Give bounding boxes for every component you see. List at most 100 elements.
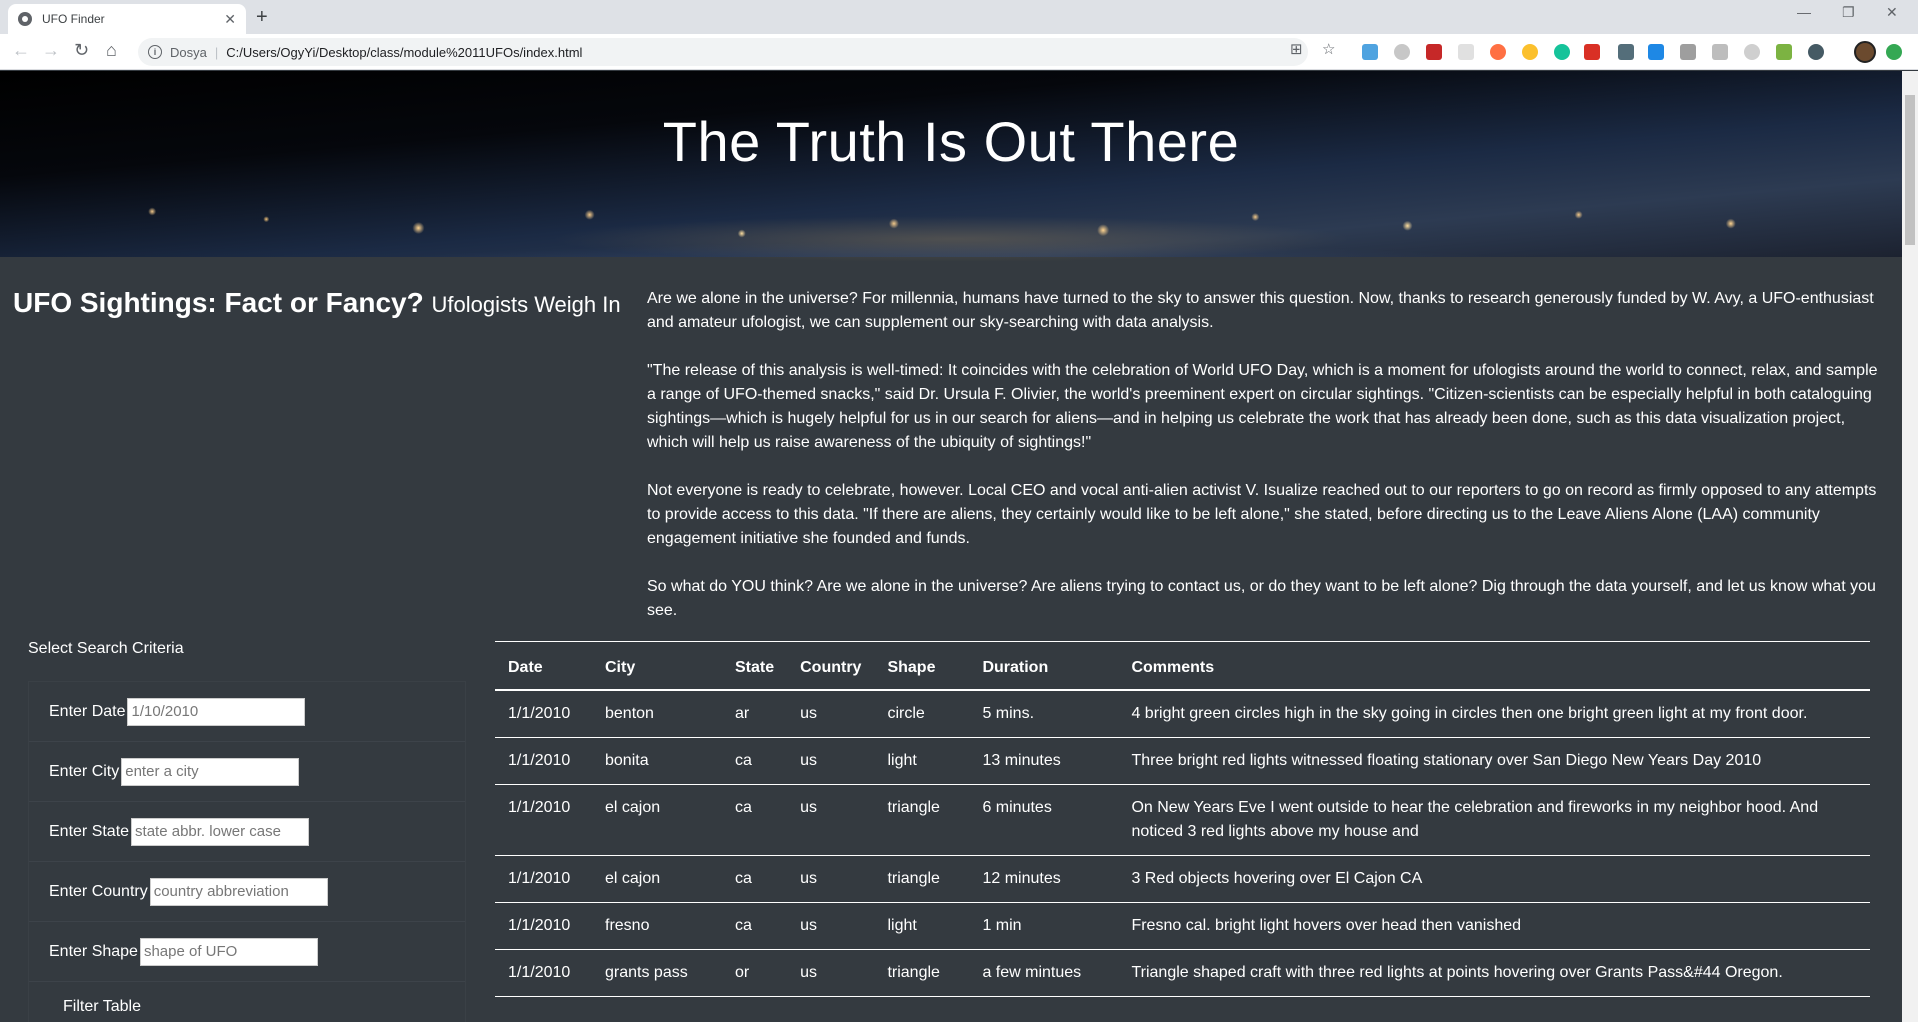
cell-shape: triangle	[874, 855, 970, 903]
cell-duration: 6 minutes	[969, 784, 1119, 856]
extension-fire-icon[interactable]	[1490, 44, 1506, 60]
ufo-table-container: Date City State Country Shape Duration C…	[495, 641, 1870, 997]
browser-tab[interactable]: UFO Finder ✕	[8, 4, 246, 34]
page-heading: UFO Sightings: Fact or Fancy? Ufologists…	[13, 287, 621, 319]
cell-duration: 5 mins.	[969, 689, 1119, 738]
cell-comments: On New Years Eve I went outside to hear …	[1118, 784, 1870, 856]
globe-icon	[18, 12, 32, 26]
address-bar[interactable]: i Dosya | C:/Users/OgyYi/Desktop/class/m…	[138, 38, 1308, 66]
url-text: C:/Users/OgyYi/Desktop/class/module%2011…	[226, 44, 583, 60]
forward-icon[interactable]: →	[42, 40, 60, 61]
cell-date: 1/1/2010	[495, 737, 592, 785]
cell-country: us	[787, 949, 875, 997]
home-icon[interactable]: ⌂	[106, 40, 117, 61]
extension-pdf-icon[interactable]	[1426, 44, 1442, 60]
cell-state: ca	[722, 902, 788, 950]
table-row: 1/1/2010 el cajon ca us triangle 6 minut…	[495, 784, 1870, 856]
extension-gmail-icon[interactable]	[1584, 44, 1600, 60]
extension-iq-icon[interactable]	[1648, 44, 1664, 60]
column-header-date: Date	[495, 641, 592, 691]
column-header-state: State	[722, 641, 788, 691]
city-input[interactable]	[121, 757, 300, 786]
cell-country: us	[787, 737, 875, 785]
cell-city: el cajon	[592, 784, 722, 856]
shape-input[interactable]	[139, 937, 318, 966]
restore-icon[interactable]: ❐	[1842, 4, 1855, 21]
cell-duration: 12 minutes	[969, 855, 1119, 903]
extension-color-icon[interactable]	[1776, 44, 1792, 60]
cell-date: 1/1/2010	[495, 784, 592, 856]
country-input[interactable]	[149, 877, 328, 906]
extension-doc-icon[interactable]	[1618, 44, 1634, 60]
cell-comments: Three bright red lights witnessed floati…	[1118, 737, 1870, 785]
filter-table-button[interactable]: Filter Table	[63, 998, 141, 1016]
hero-banner: The Truth Is Out There	[0, 71, 1902, 261]
column-header-country: Country	[787, 641, 875, 691]
extension-page-icon[interactable]	[1458, 44, 1474, 60]
translate-icon[interactable]: ⊞	[1290, 40, 1303, 58]
cell-country: us	[787, 855, 875, 903]
cell-comments: 3 Red objects hovering over El Cajon CA	[1118, 855, 1870, 903]
state-label: Enter State	[49, 822, 130, 840]
update-icon[interactable]	[1886, 44, 1902, 60]
window-close-icon[interactable]: ✕	[1886, 4, 1898, 21]
filter-city-row: Enter City	[29, 742, 465, 802]
filter-date-row: Enter Date	[29, 682, 465, 742]
back-icon[interactable]: ←	[12, 40, 30, 61]
date-label: Enter Date	[49, 702, 126, 720]
filter-state-row: Enter State	[29, 802, 465, 862]
extension-box-icon[interactable]	[1712, 44, 1728, 60]
shape-label: Enter Shape	[49, 942, 138, 960]
extension-smiley-icon[interactable]	[1522, 44, 1538, 60]
country-label: Enter Country	[49, 882, 148, 900]
cell-city: bonita	[592, 737, 722, 785]
cell-city: el cajon	[592, 855, 722, 903]
extension-bell-icon[interactable]	[1394, 44, 1410, 60]
article-paragraph: Not everyone is ready to celebrate, howe…	[647, 482, 1877, 547]
table-row: 1/1/2010 el cajon ca us triangle 12 minu…	[495, 855, 1870, 903]
hero-title: The Truth Is Out There	[662, 110, 1240, 173]
extension-circle-icon[interactable]	[1744, 44, 1760, 60]
column-header-comments: Comments	[1118, 641, 1870, 691]
minimize-icon[interactable]: —	[1797, 4, 1811, 20]
article-paragraph: "The release of this analysis is well-ti…	[647, 362, 1878, 451]
new-tab-icon[interactable]: +	[256, 6, 268, 29]
bookmark-star-icon[interactable]: ☆	[1322, 40, 1335, 58]
cell-shape: triangle	[874, 949, 970, 997]
scrollbar-thumb[interactable]	[1905, 95, 1915, 245]
extension-grammarly-icon[interactable]	[1554, 44, 1570, 60]
heading-sub: Ufologists Weigh In	[431, 292, 621, 317]
state-input[interactable]	[131, 817, 310, 846]
column-header-shape: Shape	[874, 641, 970, 691]
cell-country: us	[787, 902, 875, 950]
cell-duration: 1 min	[969, 902, 1119, 950]
filter-country-row: Enter Country	[29, 862, 465, 922]
cell-date: 1/1/2010	[495, 902, 592, 950]
cell-state: ca	[722, 784, 788, 856]
page-scrollbar[interactable]	[1902, 71, 1918, 1022]
extension-owl-icon[interactable]	[1808, 44, 1824, 60]
profile-avatar[interactable]	[1854, 41, 1876, 63]
extension-download-icon[interactable]	[1680, 44, 1696, 60]
article-text: Are we alone in the universe? For millen…	[647, 287, 1887, 647]
cell-shape: triangle	[874, 784, 970, 856]
table-row: 1/1/2010 bonita ca us light 13 minutes T…	[495, 737, 1870, 785]
filters-title: Select Search Criteria	[28, 640, 184, 657]
table-header-row: Date City State Country Shape Duration C…	[495, 641, 1870, 691]
browser-tab-strip: UFO Finder ✕ + — ❐ ✕	[0, 0, 1918, 34]
site-label: Dosya	[170, 44, 207, 60]
extension-heart-icon[interactable]	[1362, 44, 1378, 60]
cell-date: 1/1/2010	[495, 855, 592, 903]
cell-city: benton	[592, 689, 722, 738]
address-separator: |	[214, 44, 219, 60]
cell-duration: 13 minutes	[969, 737, 1119, 785]
cell-city: grants pass	[592, 949, 722, 997]
tab-title: UFO Finder	[42, 12, 105, 26]
date-input[interactable]	[127, 697, 306, 726]
close-tab-icon[interactable]: ✕	[224, 11, 236, 28]
ufo-table: Date City State Country Shape Duration C…	[495, 641, 1870, 997]
reload-icon[interactable]: ↻	[74, 40, 89, 61]
cell-shape: light	[874, 902, 970, 950]
cell-country: us	[787, 689, 875, 738]
info-icon[interactable]: i	[148, 45, 162, 59]
